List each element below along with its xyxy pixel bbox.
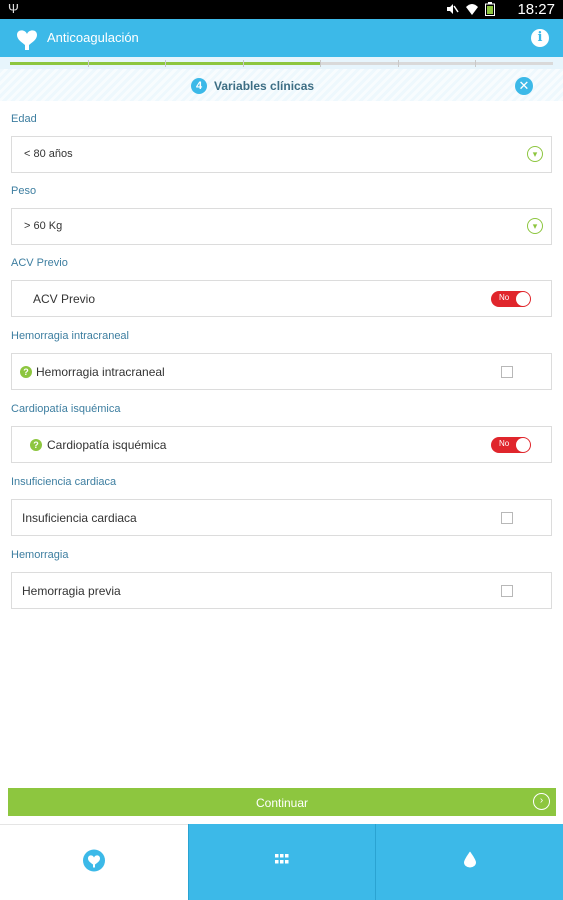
heart-logo-icon	[14, 25, 40, 51]
grid-icon	[275, 853, 289, 871]
hemorragia-previa-checkbox[interactable]	[501, 585, 513, 597]
hemorragia-intracraneal-label: Hemorragia intracraneal	[36, 365, 165, 379]
progress-segment-divider	[475, 60, 476, 67]
section-label-hemorragia: Hemorragia	[11, 549, 69, 561]
cardiopatia-label: Cardiopatía isquémica	[47, 438, 167, 452]
hemorragia-intracraneal-row: ? Hemorragia intracraneal	[11, 353, 552, 390]
progress-segment-divider	[165, 60, 166, 67]
drop-icon	[463, 851, 476, 873]
cardiopatia-row: ? Cardiopatía isquémica No	[11, 426, 552, 463]
usb-icon: Ψ	[8, 1, 19, 16]
help-icon[interactable]: ?	[30, 439, 42, 451]
peso-select[interactable]: > 60 Kg ▾	[11, 208, 552, 245]
section-label-insuficiencia: Insuficiencia cardiaca	[11, 476, 117, 488]
tab-anticoagulacion[interactable]	[0, 824, 188, 900]
app-title: Anticoagulación	[47, 30, 139, 45]
continue-button[interactable]: Continuar ›	[8, 788, 556, 816]
edad-value: < 80 años	[24, 148, 73, 160]
section-label-hemorragia-intracraneal: Hemorragia intracraneal	[11, 330, 129, 342]
acv-previo-row: ACV Previo No	[11, 280, 552, 317]
chevron-right-icon: ›	[533, 793, 550, 810]
info-icon[interactable]: i	[531, 29, 549, 47]
acv-previo-toggle[interactable]: No	[491, 291, 531, 307]
hemorragia-previa-label: Hemorragia previa	[22, 584, 121, 598]
insuficiencia-row: Insuficiencia cardiaca	[11, 499, 552, 536]
step-title: Variables clínicas	[214, 79, 315, 93]
progress-segment-divider	[88, 60, 89, 67]
insuficiencia-checkbox[interactable]	[501, 512, 513, 524]
toggle-knob	[516, 438, 530, 452]
section-label-acv: ACV Previo	[11, 257, 68, 269]
progress-segment-divider	[398, 60, 399, 67]
hemorragia-intracraneal-checkbox[interactable]	[501, 366, 513, 378]
continue-label: Continuar	[255, 796, 309, 810]
section-label-peso: Peso	[11, 185, 37, 197]
chevron-down-icon: ▾	[527, 146, 543, 162]
edad-select[interactable]: < 80 años ▾	[11, 136, 552, 173]
app-bar: Anticoagulación i	[0, 19, 563, 57]
toggle-knob	[516, 292, 530, 306]
section-label-edad: Edad	[11, 113, 37, 125]
toggle-label: No	[499, 293, 510, 302]
battery-icon	[485, 2, 499, 16]
peso-value: > 60 Kg	[24, 220, 63, 232]
hemorragia-previa-row: Hemorragia previa	[11, 572, 552, 609]
acv-previo-label: ACV Previo	[33, 292, 96, 306]
step-header: 4 Variables clínicas ✕	[0, 69, 563, 101]
bottom-navigation	[0, 824, 563, 900]
progress-segment-divider	[243, 60, 244, 67]
tab-menu[interactable]	[188, 824, 375, 900]
status-bar: Ψ 18:27	[0, 0, 563, 19]
status-time: 18:27	[517, 1, 555, 18]
tab-drop[interactable]	[375, 824, 563, 900]
toggle-label: No	[499, 439, 510, 448]
cardiopatia-toggle[interactable]: No	[491, 437, 531, 453]
insuficiencia-label: Insuficiencia cardiaca	[22, 511, 137, 525]
chevron-down-icon: ▾	[527, 218, 543, 234]
step-number-badge: 4	[191, 78, 207, 94]
wifi-icon	[465, 2, 479, 16]
mute-icon	[445, 2, 459, 16]
help-icon[interactable]: ?	[20, 366, 32, 378]
status-icons	[445, 2, 499, 16]
heart-icon	[82, 848, 106, 877]
progress-segment-divider	[320, 60, 321, 67]
step-progress-bar	[0, 57, 563, 69]
close-icon[interactable]: ✕	[515, 77, 533, 95]
section-label-cardiopatia: Cardiopatía isquémica	[11, 403, 121, 415]
